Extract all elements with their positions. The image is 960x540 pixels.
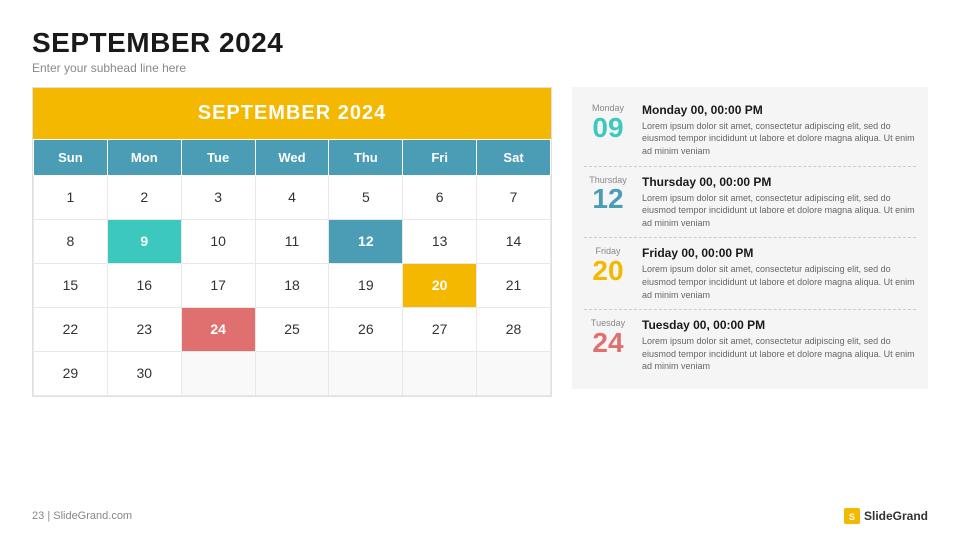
event-date-number: 12	[586, 185, 630, 213]
page-number: 23	[32, 510, 44, 522]
footer: 23 | SlideGrand.com S SlideGrand	[32, 504, 928, 524]
calendar-grid: SunMonTueWedThuFriSat 123456789101112131…	[33, 139, 551, 396]
calendar-month-label: SEPTEMBER 2024	[198, 102, 387, 124]
event-text-col: Tuesday 00, 00:00 PM Lorem ipsum dolor si…	[642, 318, 916, 373]
calendar-cell: 29	[34, 351, 108, 395]
event-description: Lorem ipsum dolor sit amet, consectetur …	[642, 192, 916, 230]
event-item: Tuesday24 Tuesday 00, 00:00 PM Lorem ipsum…	[584, 310, 916, 381]
calendar-cell: 13	[403, 219, 477, 263]
calendar-cell: 27	[403, 307, 477, 351]
event-day-col: Monday09	[584, 103, 632, 142]
brand-icon: S	[844, 508, 860, 524]
calendar-day-header: Wed	[255, 139, 329, 175]
svg-text:S: S	[849, 512, 855, 522]
event-title: Friday 00, 00:00 PM	[642, 246, 916, 260]
calendar-cell: 15	[34, 263, 108, 307]
main-title: SEPTEMBER 2024	[32, 28, 928, 59]
event-item: Friday20 Friday 00, 00:00 PM Lorem ipsum d…	[584, 238, 916, 310]
event-date-number: 09	[586, 114, 630, 142]
calendar-header: SEPTEMBER 2024	[33, 88, 551, 139]
calendar-day-header: Fri	[403, 139, 477, 175]
calendar-cell	[181, 351, 255, 395]
calendar-cell: 9	[107, 219, 181, 263]
event-description: Lorem ipsum dolor sit amet, consectetur …	[642, 335, 916, 373]
calendar-cell: 19	[329, 263, 403, 307]
calendar-cell: 16	[107, 263, 181, 307]
content-area: SEPTEMBER 2024 SunMonTueWedThuFriSat 123…	[32, 87, 928, 496]
calendar-cell: 4	[255, 175, 329, 219]
calendar-cell: 11	[255, 219, 329, 263]
calendar-day-header: Sat	[477, 139, 551, 175]
calendar-cell: 20	[403, 263, 477, 307]
event-title: Thursday 00, 00:00 PM	[642, 175, 916, 189]
brand-label: SlideGrand	[864, 509, 928, 523]
event-title: Monday 00, 00:00 PM	[642, 103, 916, 117]
calendar-cell: 5	[329, 175, 403, 219]
calendar-cell: 2	[107, 175, 181, 219]
event-text-col: Thursday 00, 00:00 PM Lorem ipsum dolor s…	[642, 175, 916, 230]
calendar-cell: 1	[34, 175, 108, 219]
calendar-day-header: Mon	[107, 139, 181, 175]
calendar-cell: 22	[34, 307, 108, 351]
event-date-number: 24	[586, 329, 630, 357]
events-panel: Monday09 Monday 00, 00:00 PM Lorem ipsum d…	[572, 87, 928, 389]
calendar-cell: 18	[255, 263, 329, 307]
event-title: Tuesday 00, 00:00 PM	[642, 318, 916, 332]
calendar-day-header: Tue	[181, 139, 255, 175]
calendar-day-header: Thu	[329, 139, 403, 175]
calendar-cell: 10	[181, 219, 255, 263]
event-item: Thursday12 Thursday 00, 00:00 PM Lorem ips…	[584, 167, 916, 239]
event-day-col: Friday20	[584, 246, 632, 285]
calendar-cell: 14	[477, 219, 551, 263]
event-day-col: Thursday12	[584, 175, 632, 214]
calendar-cell	[255, 351, 329, 395]
calendar-cell: 12	[329, 219, 403, 263]
calendar-cell: 6	[403, 175, 477, 219]
calendar-cell: 23	[107, 307, 181, 351]
calendar-cell: 28	[477, 307, 551, 351]
event-day-col: Tuesday24	[584, 318, 632, 357]
event-description: Lorem ipsum dolor sit amet, consectetur …	[642, 263, 916, 301]
calendar-cell	[477, 351, 551, 395]
subtitle: Enter your subhead line here	[32, 61, 928, 75]
website-label: | SlideGrand.com	[47, 510, 132, 522]
calendar-cell	[329, 351, 403, 395]
calendar-cell: 3	[181, 175, 255, 219]
event-item: Monday09 Monday 00, 00:00 PM Lorem ipsum d…	[584, 95, 916, 167]
calendar-cell: 17	[181, 263, 255, 307]
calendar-cell: 8	[34, 219, 108, 263]
calendar-cell: 21	[477, 263, 551, 307]
calendar-cell: 24	[181, 307, 255, 351]
calendar-cell	[403, 351, 477, 395]
calendar-cell: 25	[255, 307, 329, 351]
event-text-col: Friday 00, 00:00 PM Lorem ipsum dolor sit…	[642, 246, 916, 301]
footer-left: 23 | SlideGrand.com	[32, 510, 132, 522]
calendar-container: SEPTEMBER 2024 SunMonTueWedThuFriSat 123…	[32, 87, 552, 397]
page-container: SEPTEMBER 2024 Enter your subhead line h…	[0, 0, 960, 540]
event-date-number: 20	[586, 257, 630, 285]
calendar-cell: 7	[477, 175, 551, 219]
footer-brand: S SlideGrand	[844, 508, 928, 524]
calendar-cell: 30	[107, 351, 181, 395]
calendar-cell: 26	[329, 307, 403, 351]
event-text-col: Monday 00, 00:00 PM Lorem ipsum dolor sit…	[642, 103, 916, 158]
calendar-day-header: Sun	[34, 139, 108, 175]
header-section: SEPTEMBER 2024 Enter your subhead line h…	[32, 28, 928, 75]
event-description: Lorem ipsum dolor sit amet, consectetur …	[642, 120, 916, 158]
